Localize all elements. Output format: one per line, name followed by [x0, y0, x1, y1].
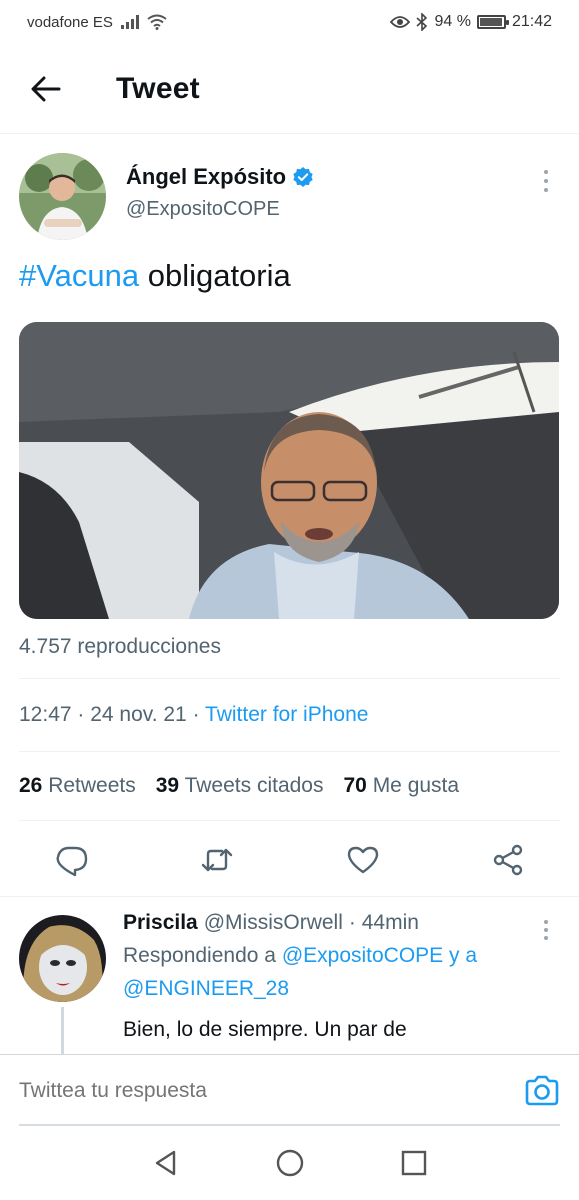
reply-time: · 44min: [348, 911, 419, 934]
quotes-stat[interactable]: 39 Tweets citados: [156, 774, 324, 798]
reply-author-avatar[interactable]: [19, 915, 106, 1002]
tweet-video[interactable]: [19, 322, 559, 620]
top-app-bar: Tweet: [0, 44, 579, 134]
nav-recents-icon[interactable]: [399, 1148, 429, 1178]
tweet-timestamp: 12:47 · 24 nov. 21 ·: [19, 703, 206, 727]
quotes-label: Tweets citados: [184, 774, 324, 798]
tweet-text-body: obligatoria: [139, 258, 291, 293]
retweet-icon[interactable]: [200, 843, 234, 877]
thread-connector-line: [61, 1007, 64, 1054]
quotes-count: 39: [155, 774, 180, 798]
reply-header: Priscila @MissisOrwell · 44min: [123, 911, 560, 935]
clock: 21:42: [511, 13, 552, 30]
battery-percent: 94 %: [434, 13, 471, 30]
battery-icon: [476, 15, 509, 29]
page-title: Tweet: [116, 71, 200, 105]
more-dot-icon: [544, 170, 548, 174]
system-navigation-bar: [0, 1126, 579, 1200]
reply-text: Bien, lo de siempre. Un par de: [123, 1018, 407, 1041]
like-heart-icon[interactable]: [346, 843, 380, 877]
wifi-icon: [147, 14, 167, 30]
verified-badge-icon: [293, 167, 313, 187]
share-icon[interactable]: [491, 843, 525, 877]
reply-compose-bar: [0, 1054, 579, 1126]
camera-icon[interactable]: [524, 1073, 560, 1109]
author-info: Ángel Expósito @ExpositoCOPE: [126, 164, 314, 221]
replying-to-label: Respondiendo a: [123, 944, 276, 967]
author-avatar-image: [19, 153, 106, 240]
reply-body: Priscila @MissisOrwell · 44min Respondie…: [123, 897, 560, 1045]
author-name-row[interactable]: Ángel Expósito: [126, 164, 314, 190]
main-tweet: Ángel Expósito @ExpositoCOPE #Vacuna obl…: [0, 134, 579, 899]
eye-icon: [390, 16, 411, 28]
nav-back-icon[interactable]: [151, 1148, 181, 1178]
video-thumbnail: [19, 322, 559, 620]
view-count: 4.757 reproducciones: [19, 635, 221, 659]
signal-icon: [120, 15, 139, 29]
reply-tweet[interactable]: Priscila @MissisOrwell · 44min Respondie…: [0, 896, 579, 1054]
mention-link[interactable]: @ExpositoCOPE: [282, 944, 443, 967]
bluetooth-icon: [416, 13, 428, 31]
reply-more-options-button[interactable]: [536, 917, 556, 943]
retweets-stat[interactable]: 26 Retweets: [19, 774, 136, 798]
more-dot-icon: [544, 936, 548, 940]
more-dot-icon: [544, 920, 548, 924]
nav-home-icon[interactable]: [275, 1148, 305, 1178]
tweet-meta: 12:47 · 24 nov. 21 · Twitter for iPhone: [19, 679, 560, 751]
hashtag-link[interactable]: #Vacuna: [19, 258, 139, 293]
reply-avatar-image: [19, 915, 106, 1002]
more-dot-icon: [544, 179, 548, 183]
likes-stat[interactable]: 70 Me gusta: [343, 774, 459, 798]
likes-label: Me gusta: [372, 774, 460, 798]
tweet-author-row: Ángel Expósito @ExpositoCOPE: [19, 134, 560, 240]
more-dot-icon: [544, 188, 548, 192]
more-options-button[interactable]: [536, 166, 556, 196]
author-name: Ángel Expósito: [126, 164, 287, 189]
reply-icon[interactable]: [55, 843, 89, 877]
retweets-count: 26: [19, 774, 43, 798]
tweet-text: #Vacuna obligatoria: [19, 256, 560, 296]
replying-to-conjunction: y a: [443, 944, 478, 967]
back-button[interactable]: [18, 61, 74, 117]
tweet-stats: 26 Retweets 39 Tweets citados 70 Me gust…: [19, 752, 560, 820]
battery-level: [479, 18, 502, 26]
retweets-label: Retweets: [48, 774, 136, 798]
tweet-actions: [19, 821, 560, 899]
carrier-label: vodafone ES: [27, 13, 113, 31]
author-handle[interactable]: @ExpositoCOPE: [126, 198, 314, 221]
status-right: 94 % 21:42: [390, 13, 552, 31]
reply-input[interactable]: [19, 1078, 524, 1103]
more-dot-icon: [544, 928, 548, 932]
author-avatar[interactable]: [19, 153, 106, 240]
arrow-left-icon: [31, 76, 61, 101]
status-bar: vodafone ES 94 % 21:42: [0, 0, 579, 44]
replying-to: Respondiendo a @ExpositoCOPE y a @ENGINEE…: [123, 939, 560, 1005]
status-left: vodafone ES: [27, 14, 167, 31]
tweet-source-link[interactable]: Twitter for iPhone: [205, 703, 368, 726]
reply-author-handle[interactable]: @MissisOrwell: [204, 911, 343, 935]
reply-author-name[interactable]: Priscila: [123, 911, 198, 935]
likes-count: 70: [343, 774, 367, 798]
mention-link[interactable]: @ENGINEER_28: [123, 977, 289, 1000]
